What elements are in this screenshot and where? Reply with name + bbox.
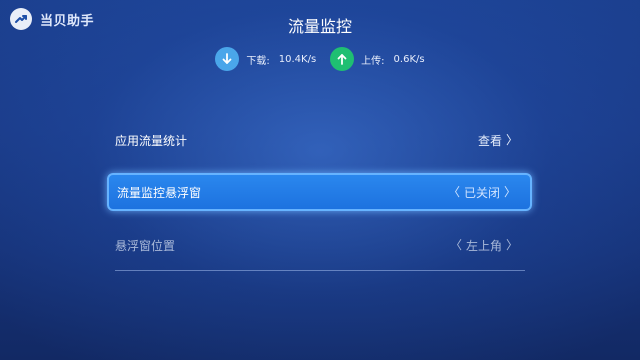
float-window-selector[interactable]: 〈 已关闭 〉 [448,184,516,201]
chevron-left-icon[interactable]: 〈 [450,239,462,251]
view-link[interactable]: 查看 〉 [478,132,518,149]
float-window-value: 已关闭 [463,185,500,200]
chevron-left-icon[interactable]: 〈 [448,186,460,198]
float-position-selector[interactable]: 〈 左上角 〉 [450,237,518,254]
app-traffic-stats-item[interactable]: 应用流量统计 查看 〉 [107,121,532,159]
view-label: 查看 [477,133,502,148]
chevron-right-icon[interactable]: 〉 [506,239,518,251]
download-label: 下载: [246,55,270,67]
download-value: 10.4K/s [278,53,317,65]
chevron-right-icon[interactable]: 〉 [504,186,516,198]
float-window-label: 流量监控悬浮窗 [117,185,202,200]
float-position-value: 左上角 [465,238,502,253]
upload-value: 0.6K/s [393,53,425,65]
float-position-label: 悬浮窗位置 [115,238,176,253]
float-window-position-item[interactable]: 悬浮窗位置 〈 左上角 〉 [107,226,532,264]
upload-speed: 上传: 0.6K/s [330,47,425,71]
download-arrow-icon [215,47,240,71]
divider [115,270,525,271]
upload-label: 上传: [361,55,385,67]
app-traffic-stats-label: 应用流量统计 [115,133,188,148]
download-speed: 下载: 10.4K/s [215,47,316,71]
chevron-right-icon: 〉 [505,133,518,147]
speed-indicators: 下载: 10.4K/s 上传: 0.6K/s [0,47,640,71]
upload-arrow-icon [330,47,355,71]
float-window-toggle-item[interactable]: 流量监控悬浮窗 〈 已关闭 〉 [107,173,532,211]
page-title: 流量监控 [287,17,352,36]
